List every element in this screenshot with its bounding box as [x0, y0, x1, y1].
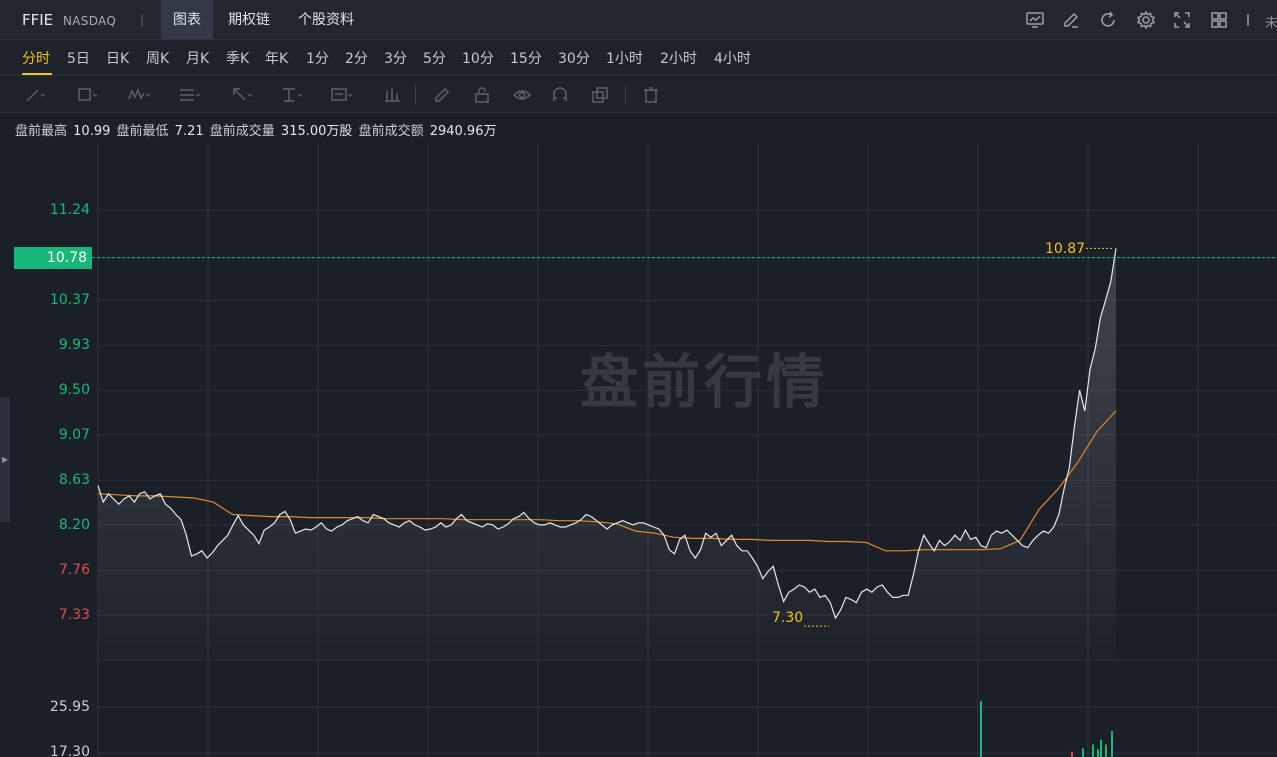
- fullscreen-icon[interactable]: [1172, 10, 1192, 30]
- premarket-low-value: 7.21: [174, 124, 204, 139]
- y-tick-label: 9.50: [58, 382, 90, 398]
- premarket-info: 盘前最高 10.99 盘前最低 7.21 盘前成交量 315.00万股 盘前成交…: [15, 120, 498, 139]
- current-price-tag: 10.78: [14, 247, 92, 269]
- y-tick-label: 9.93: [58, 337, 90, 353]
- price-line: [97, 248, 1117, 620]
- y-tick-label: 7.33: [58, 607, 90, 623]
- grid-layout-icon[interactable]: [1209, 10, 1229, 30]
- price-area-fill: [98, 248, 1116, 661]
- high-price-annotation: 10.87: [1045, 241, 1086, 257]
- volume-bar: [1097, 749, 1099, 757]
- more-icon[interactable]: [1245, 10, 1265, 30]
- refresh-icon[interactable]: [1098, 10, 1118, 30]
- period-tab-4h[interactable]: 4小时: [714, 48, 751, 68]
- magnet-icon[interactable]: [550, 85, 572, 105]
- volume-bar: [1071, 751, 1073, 757]
- ticker-symbol: FFIE: [22, 11, 54, 29]
- tab-stock-profile[interactable]: 个股资料: [286, 0, 366, 39]
- y-tick-label: 9.07: [58, 427, 90, 443]
- period-tab-1h[interactable]: 1小时: [606, 48, 643, 68]
- y-tick-label: 10.37: [49, 292, 90, 308]
- line-tool-icon[interactable]: [24, 85, 46, 105]
- period-tab-5d[interactable]: 5日: [67, 48, 90, 68]
- period-tab-3min[interactable]: 3分: [384, 48, 407, 68]
- period-tab-1min[interactable]: 1分: [306, 48, 329, 68]
- expand-arrow-icon[interactable]: ▶: [2, 455, 8, 464]
- period-tab-2min[interactable]: 2分: [345, 48, 368, 68]
- volume-bar: [980, 701, 982, 757]
- toolbar-divider: [415, 85, 416, 105]
- copy-icon[interactable]: [590, 85, 612, 105]
- y-tick-label: 7.76: [58, 562, 90, 578]
- period-tab-quarter[interactable]: 季K: [226, 48, 249, 68]
- watermark-text: 盘前行情: [580, 348, 829, 416]
- chart-grid: [97, 144, 1277, 757]
- toolbar-divider: [625, 85, 626, 105]
- volume-bar: [1100, 739, 1102, 757]
- period-tab-10min[interactable]: 10分: [462, 48, 494, 68]
- top-bar: FFIE NASDAQ | 图表 期权链 个股资料 未: [0, 0, 1277, 40]
- y-tick-label: 11.24: [49, 202, 90, 218]
- lock-icon[interactable]: [472, 85, 494, 105]
- premarket-volume-value: 315.00万股: [280, 124, 353, 139]
- premarket-high-value: 10.99: [73, 124, 111, 139]
- fibonacci-tool-icon[interactable]: [178, 85, 201, 105]
- arrow-tool-icon[interactable]: [230, 85, 253, 105]
- chart-monitor-icon[interactable]: [1025, 10, 1045, 30]
- volume-bar: [1092, 744, 1094, 757]
- y-tick-label: 8.63: [58, 472, 90, 488]
- pen-icon[interactable]: [432, 85, 454, 105]
- premarket-volume-label: 盘前成交量: [209, 124, 275, 139]
- volume-tick-label: 25.95: [49, 699, 90, 715]
- average-price-line: [97, 410, 1117, 552]
- premarket-amount-label: 盘前成交额: [358, 124, 424, 139]
- y-tick-label: 8.20: [58, 517, 90, 533]
- period-tab-month[interactable]: 月K: [186, 48, 209, 68]
- bar-pattern-tool-icon[interactable]: [382, 85, 404, 105]
- settings-gear-icon[interactable]: [1136, 10, 1156, 30]
- period-tab-5min[interactable]: 5分: [423, 48, 446, 68]
- period-bar: 分时 5日 日K 周K 月K 季K 年K 1分 2分 3分 5分 10分 15分…: [0, 40, 1277, 76]
- period-tab-day[interactable]: 日K: [106, 48, 129, 68]
- label-tool-icon[interactable]: [330, 85, 353, 105]
- rectangle-tool-icon[interactable]: [76, 85, 98, 105]
- volume-bar: [1111, 730, 1113, 757]
- header-separator: |: [140, 13, 145, 27]
- edit-icon[interactable]: [1061, 10, 1081, 30]
- period-tab-15min[interactable]: 15分: [510, 48, 542, 68]
- eye-icon[interactable]: [512, 85, 534, 105]
- text-tool-icon[interactable]: [280, 85, 303, 105]
- delete-icon[interactable]: [641, 85, 663, 105]
- truncated-label: 未: [1265, 16, 1277, 31]
- volume-bar: [1105, 744, 1107, 757]
- volume-tick-label: 17.30: [49, 744, 90, 757]
- exchange-label: NASDAQ: [63, 14, 117, 28]
- period-tab-intraday[interactable]: 分时: [22, 48, 50, 68]
- period-tab-30min[interactable]: 30分: [558, 48, 590, 68]
- period-tab-week[interactable]: 周K: [146, 48, 169, 68]
- period-tab-2h[interactable]: 2小时: [660, 48, 697, 68]
- volume-bars: [980, 701, 1113, 757]
- volume-bar: [1082, 748, 1084, 757]
- premarket-low-label: 盘前最低: [116, 124, 169, 139]
- wave-tool-icon[interactable]: [128, 85, 151, 105]
- active-period-underline: [22, 73, 52, 75]
- drawing-toolbar: [0, 77, 1277, 113]
- premarket-high-label: 盘前最高: [15, 124, 68, 139]
- premarket-amount-value: 2940.96万: [429, 124, 497, 139]
- tab-options-chain[interactable]: 期权链: [216, 0, 282, 39]
- low-price-annotation: 7.30: [772, 610, 804, 626]
- tab-chart[interactable]: 图表: [161, 0, 213, 39]
- period-tab-year[interactable]: 年K: [265, 48, 288, 68]
